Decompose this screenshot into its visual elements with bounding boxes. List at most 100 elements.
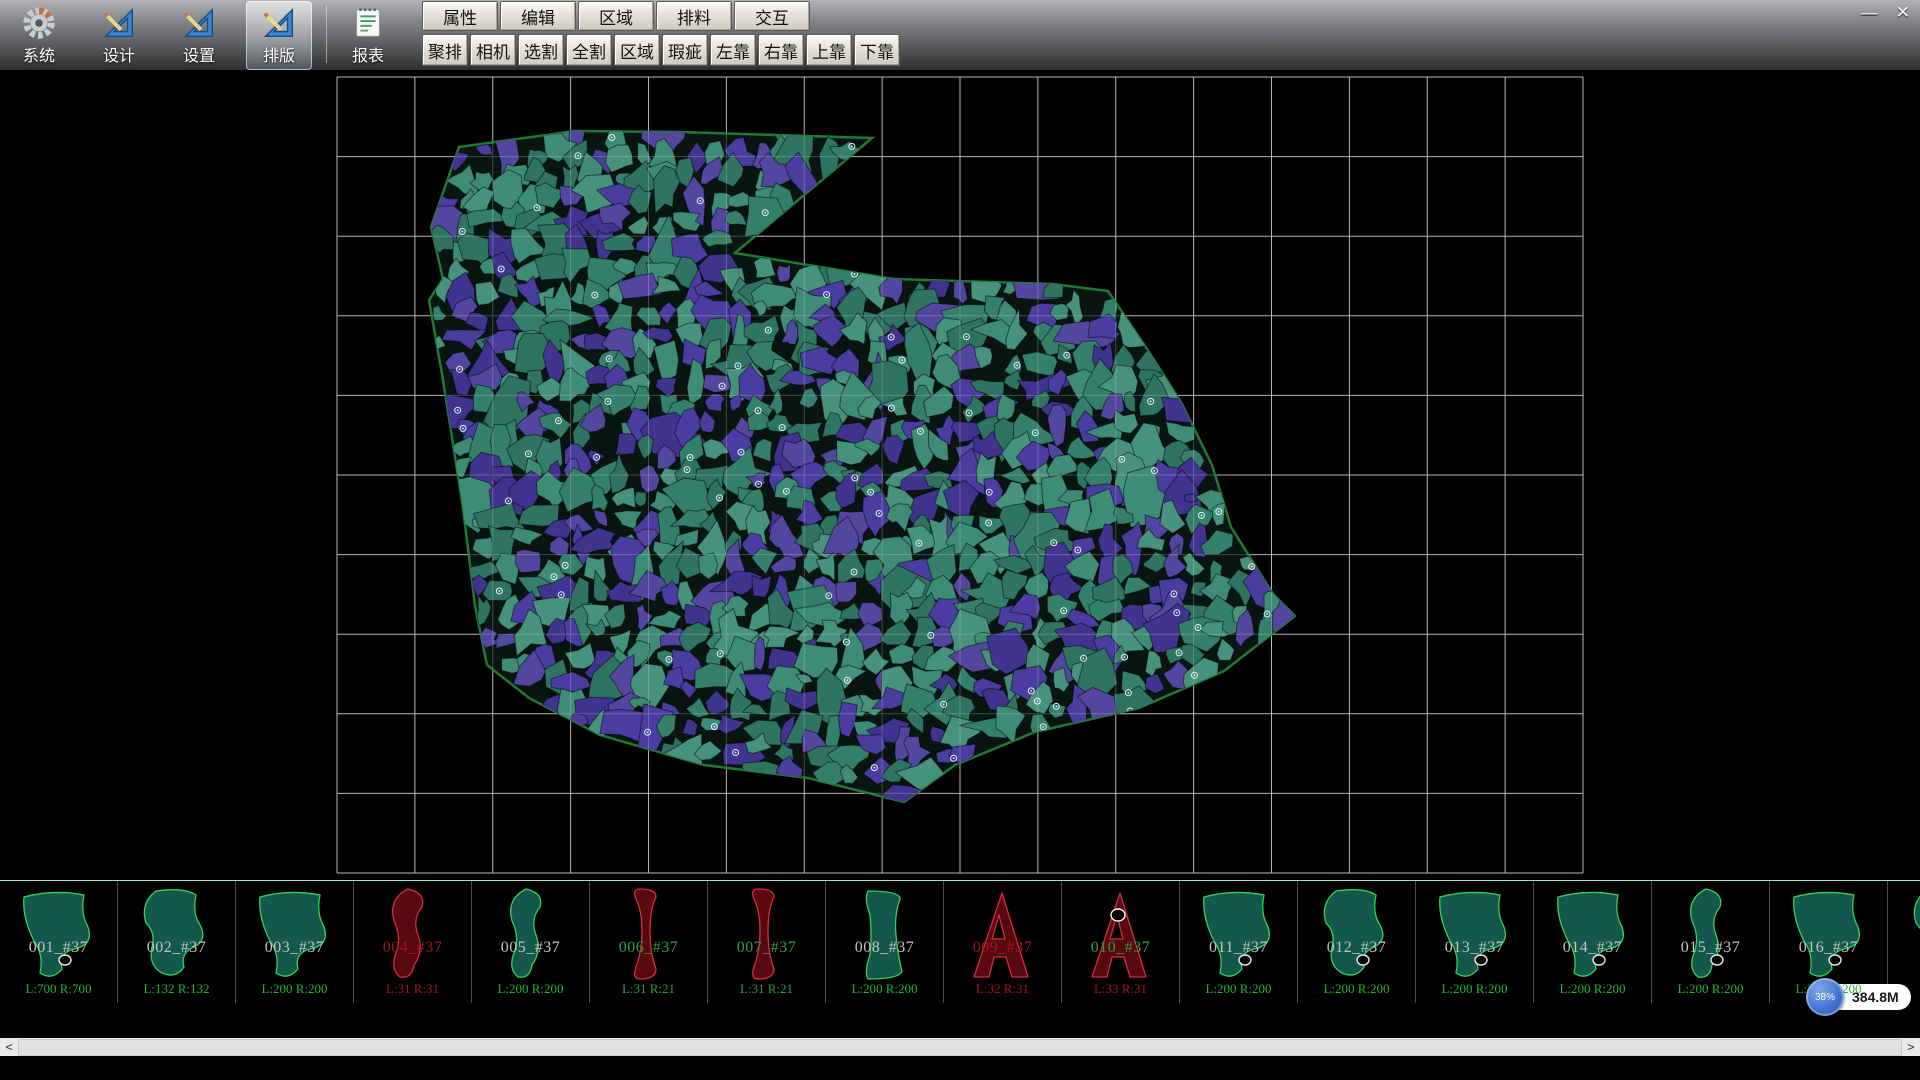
nesting-icon [260,4,298,47]
thumbnail-cell[interactable]: 007_#37 L:31 R:21 [708,881,826,1003]
window-controls: — ✕ [1861,3,1910,23]
menu-tab-edit[interactable]: 编辑 [500,1,576,31]
piece-thumbnail-shape [1188,883,1288,987]
thumbnail-meta: L:200 R:200 [236,981,353,997]
mode-report[interactable]: 报表 [335,1,401,70]
menu-tab-interact[interactable]: 交互 [734,1,810,31]
thumbnail-meta: L:32 R:31 [944,981,1061,997]
piece-thumbnail-shape [952,883,1052,987]
application-window: 系统 设计 [0,0,1920,1080]
tool-defect[interactable]: 瑕疵 [662,34,708,66]
thumbnail-name: 012_#37 [1298,939,1415,957]
menu-tab-region[interactable]: 区域 [578,1,654,31]
piece-thumbnail-shape [1070,883,1170,987]
thumbnail-cell[interactable]: 003_#37 L:200 R:200 [236,881,354,1003]
close-button[interactable]: ✕ [1896,3,1910,23]
tool-align-top[interactable]: 上靠 [806,34,852,66]
horizontal-scrollbar[interactable]: < > [0,1038,1920,1056]
piece-thumbnail-strip: 001_#37L:700 R:700002_#37L:132 R:132003_… [0,880,1920,1003]
settings-icon [180,4,218,47]
thumbnail-name: 007_#37 [708,939,825,957]
piece-thumbnail-shape [834,883,934,987]
tool-select-cut[interactable]: 选割 [518,34,564,66]
thumbnail-meta: L:33 R:31 [1062,981,1179,997]
thumbnail-name: 014_#37 [1534,939,1651,957]
tool-cut-all[interactable]: 全割 [566,34,612,66]
mode-system[interactable]: 系统 [6,1,72,70]
tool-align-left[interactable]: 左靠 [710,34,756,66]
thumbnail-cell[interactable]: 013_#37L:200 R:200 [1416,881,1534,1003]
app-mode-bar: 系统 设计 [6,1,415,69]
piece-thumbnail-shape [1542,883,1642,987]
thumbnail-cell[interactable]: 015_#37 L:200 R:200 [1652,881,1770,1003]
thumbnail-meta: L:200 R:200 [1180,981,1297,997]
nesting-canvas-svg [0,70,1920,880]
piece-thumbnail-shape [1778,883,1878,987]
thumbnail-cell[interactable]: 008_#37 L:200 R:200 [826,881,944,1003]
thumbnail-name: 010_#37 [1062,939,1179,957]
tool-cluster-nest[interactable]: 聚排 [422,34,468,66]
thumbnail-cell[interactable]: 001_#37L:700 R:700 [0,881,118,1003]
thumbnail-meta: L:200 R:200 [472,981,589,997]
mode-settings[interactable]: 设置 [166,1,232,70]
scrollbar-thumb[interactable] [18,1039,1902,1056]
tool-camera[interactable]: 相机 [470,34,516,66]
toolbar-divider [326,5,327,63]
thumbnail-name: 016_#37 [1770,939,1887,957]
mode-settings-label: 设置 [183,47,215,67]
thumbnail-name: 009_#37 [944,939,1061,957]
thumbnail-name: 008_#37 [826,939,943,957]
thumbnail-meta: L:200 R:200 [1298,981,1415,997]
mode-nesting[interactable]: 排版 [246,1,312,70]
mode-design[interactable]: 设计 [86,1,152,70]
thumbnail-meta: L:31 R:21 [590,981,707,997]
thumbnail-meta: L:200 R:200 [1652,981,1769,997]
thumbnail-name: 002_#37 [118,939,235,957]
piece-thumbnail-shape [126,883,226,987]
mode-system-label: 系统 [23,47,55,67]
nesting-canvas[interactable] [0,70,1920,880]
piece-thumbnail-shape [598,883,698,987]
thumbnail-cell[interactable]: 002_#37 L:132 R:132 [118,881,236,1003]
minimize-button[interactable]: — [1861,3,1878,23]
piece-thumbnail-shape [1896,883,1920,987]
menu-tab-nest[interactable]: 排料 [656,1,732,31]
piece-thumbnail-shape [8,883,108,987]
piece-thumbnail-shape [716,883,816,987]
thumbnail-cell[interactable]: 004_#37L:31 R:31 [354,881,472,1003]
piece-thumbnail-shape [1424,883,1524,987]
thumbnail-cell[interactable]: 010_#37 L:33 R:31 [1062,881,1180,1003]
thumbnail-cell[interactable]: 014_#37 L:200 R:200 [1534,881,1652,1003]
tool-align-bottom[interactable]: 下靠 [854,34,900,66]
scroll-left-arrow[interactable]: < [0,1038,18,1056]
piece-thumbnail-shape [362,883,462,987]
thumbnail-meta: L:200 R:200 [826,981,943,997]
thumbnail-cell[interactable]: 012_#37 L:200 R:200 [1298,881,1416,1003]
tool-align-right[interactable]: 右靠 [758,34,804,66]
mode-report-label: 报表 [352,47,384,67]
thumbnail-name: 015_#37 [1652,939,1769,957]
piece-thumbnail-shape [1660,883,1760,987]
thumbnail-cell[interactable]: 006_#37 L:31 R:21 [590,881,708,1003]
tool-region[interactable]: 区域 [614,34,660,66]
thumbnail-name: 003_#37 [236,939,353,957]
thumbnail-name: 001_#37 [0,939,117,957]
scroll-right-arrow[interactable]: > [1902,1038,1920,1056]
thumbnail-cell[interactable]: 011_#37L:200 R:200 [1180,881,1298,1003]
piece-thumbnail-shape [1306,883,1406,987]
thumbnail-name: 005_#37 [472,939,589,957]
thumbnail-cell[interactable]: 009_#37 L:32 R:31 [944,881,1062,1003]
report-icon [349,4,387,47]
menu-tab-properties[interactable]: 属性 [422,1,498,31]
thumbnail-cell[interactable]: 005_#37 L:200 R:200 [472,881,590,1003]
thumbnail-meta: L:200 R:200 [1534,981,1651,997]
design-icon [100,4,138,47]
mode-design-label: 设计 [103,47,135,67]
tool-button-row: 聚排 相机 选割 全割 区域 瑕疵 左靠 右靠 上靠 下靠 [422,34,900,66]
thumbnail-meta: L:132 R:132 [118,981,235,997]
piece-thumbnail-shape [244,883,344,987]
thumbnail-meta: L:200 R:200 [1416,981,1533,997]
gear-icon [20,4,58,47]
thumbnail-name: 006_#37 [590,939,707,957]
thumbnail-meta: L:31 R:21 [708,981,825,997]
